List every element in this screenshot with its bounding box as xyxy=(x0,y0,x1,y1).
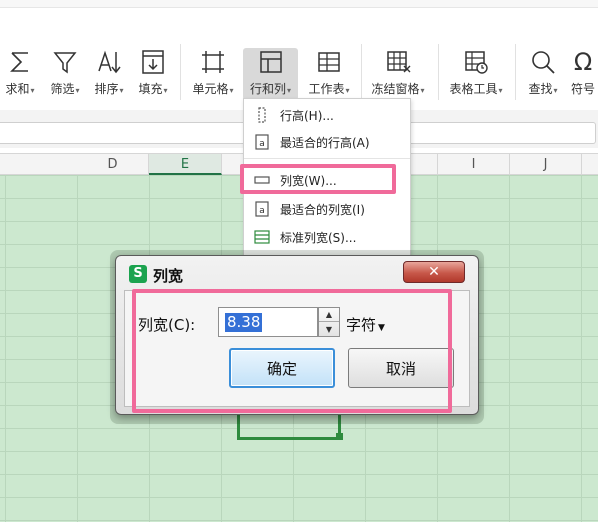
tool-sum[interactable]: 求和▾ xyxy=(2,48,38,100)
close-button[interactable]: ✕ xyxy=(403,261,465,283)
menu-divider xyxy=(244,158,410,159)
search-icon xyxy=(530,48,556,76)
tool-label: 填充▾ xyxy=(138,82,168,96)
menu-item-label: 行高(H)... xyxy=(280,108,334,123)
cell-icon xyxy=(200,48,226,76)
app-logo-icon: S xyxy=(129,265,147,283)
toolbar-divider xyxy=(515,44,516,100)
toolbar-divider xyxy=(180,44,181,100)
toolbar-divider xyxy=(438,44,439,100)
column-header-selected[interactable]: E xyxy=(149,154,222,175)
menu-item-row-height[interactable]: 行高(H)... xyxy=(244,102,410,128)
ribbon-toolbar: 求和▾ 筛选▾ 排序▾ 填充▾ 单元格▾ 行和列▾ 工作表▾ 冻结窗格▾ 表格工… xyxy=(0,0,598,110)
tool-row-col[interactable]: 行和列▾ xyxy=(243,48,298,100)
freeze-panes-icon xyxy=(385,48,411,76)
tool-table-tools[interactable]: 表格工具▾ xyxy=(444,48,508,100)
close-icon: ✕ xyxy=(428,264,440,280)
filter-icon xyxy=(52,48,78,76)
menu-item-autofit-row[interactable]: a 最适合的行高(A) xyxy=(244,129,410,155)
tool-filter[interactable]: 筛选▾ xyxy=(46,48,84,100)
tool-freeze-panes[interactable]: 冻结窗格▾ xyxy=(366,48,430,100)
tool-label: 冻结窗格▾ xyxy=(371,82,425,96)
menu-item-label: 标准列宽(S)... xyxy=(280,230,357,245)
tool-worksheet[interactable]: 工作表▾ xyxy=(304,48,354,100)
column-header[interactable]: D xyxy=(77,154,149,175)
tool-label: 排序▾ xyxy=(94,82,124,96)
tool-label: 查找▾ xyxy=(528,82,558,96)
tool-label: 筛选▾ xyxy=(50,82,80,96)
table-tools-icon xyxy=(463,48,489,76)
column-header[interactable]: J xyxy=(510,154,582,175)
svg-text:a: a xyxy=(259,206,265,216)
row-height-icon xyxy=(254,107,270,123)
menu-item-autofit-column[interactable]: a 最适合的列宽(I) xyxy=(244,196,410,222)
menu-item-label: 最适合的列宽(I) xyxy=(280,202,365,217)
column-header[interactable]: I xyxy=(438,154,510,175)
menu-highlight-box xyxy=(240,164,396,194)
tool-label: 单元格▾ xyxy=(192,82,234,96)
row-col-icon xyxy=(258,48,284,76)
tool-label: 行和列▾ xyxy=(249,82,292,96)
toolbar-divider xyxy=(361,44,362,100)
tool-label: 求和▾ xyxy=(5,82,35,96)
menu-item-label: 最适合的行高(A) xyxy=(280,135,370,150)
autofit-column-icon: a xyxy=(254,201,270,217)
sort-icon xyxy=(96,48,122,76)
menu-item-standard-width[interactable]: 标准列宽(S)... xyxy=(244,224,410,250)
tool-label: 表格工具▾ xyxy=(449,82,503,96)
fill-handle[interactable] xyxy=(336,433,343,440)
tool-label: 工作表▾ xyxy=(308,82,350,96)
autofit-row-icon: a xyxy=(254,134,270,150)
worksheet-icon xyxy=(316,48,342,76)
tool-label: 符号 xyxy=(570,82,595,96)
omega-icon: Ω xyxy=(573,48,593,76)
tool-symbol[interactable]: Ω 符号 xyxy=(568,48,598,100)
fill-icon xyxy=(140,48,166,76)
svg-text:a: a xyxy=(259,139,265,149)
tool-cell[interactable]: 单元格▾ xyxy=(188,48,238,100)
standard-width-icon xyxy=(254,229,270,245)
sigma-icon xyxy=(7,48,33,76)
dialog-title: 列宽 xyxy=(153,267,184,285)
dialog-highlight-box xyxy=(132,289,452,413)
tool-sort[interactable]: 排序▾ xyxy=(90,48,128,100)
ribbon-top-strip xyxy=(0,0,598,8)
tool-find[interactable]: 查找▾ xyxy=(523,48,563,100)
tool-fill[interactable]: 填充▾ xyxy=(134,48,172,100)
dialog-titlebar[interactable]: S 列宽 ✕ xyxy=(116,256,478,290)
